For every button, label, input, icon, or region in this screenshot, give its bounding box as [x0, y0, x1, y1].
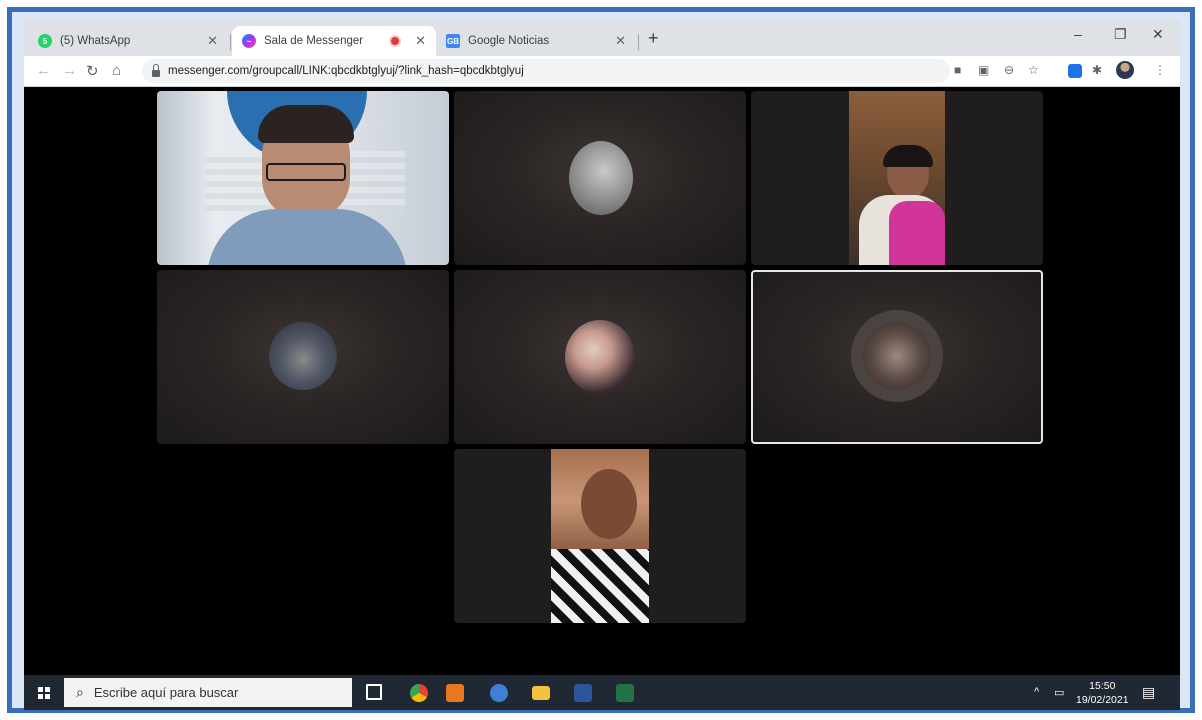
reload-button[interactable]: ↻ — [86, 62, 99, 80]
participant-video-tile-1[interactable] — [157, 91, 449, 265]
translate-icon[interactable]: ▣ — [978, 63, 989, 77]
participant-video-tile-7[interactable] — [454, 449, 746, 623]
media-player-icon[interactable] — [446, 684, 464, 702]
participant-avatar — [863, 322, 931, 390]
google-news-icon: GB — [446, 34, 460, 48]
tab-separator — [638, 34, 639, 50]
excel-icon[interactable] — [616, 684, 634, 702]
app-icon[interactable] — [490, 684, 508, 702]
participant-tile-2[interactable] — [454, 91, 746, 265]
restore-button[interactable]: ❐ — [1114, 26, 1127, 43]
minimize-button[interactable]: – — [1074, 26, 1082, 42]
close-tab-icon[interactable]: ✕ — [415, 33, 426, 49]
browser-toolbar: ← → ↻ ⌂ messenger.com/groupcall/LINK:qbc… — [24, 56, 1180, 87]
new-tab-button[interactable]: + — [648, 28, 659, 49]
file-explorer-icon[interactable] — [532, 686, 550, 700]
network-icon[interactable]: ▭ — [1054, 686, 1064, 699]
forward-button[interactable]: → — [62, 62, 77, 79]
skype-extension-icon[interactable] — [1068, 64, 1082, 78]
tab-messenger-room[interactable]: ~ Sala de Messenger ✕ — [232, 26, 436, 56]
close-tab-icon[interactable]: ✕ — [207, 33, 218, 49]
browser-tab-strip: 5 (5) WhatsApp ✕ ~ Sala de Messenger ✕ G… — [24, 20, 1180, 56]
address-bar[interactable]: messenger.com/groupcall/LINK:qbcdkbtglyu… — [142, 59, 950, 83]
close-window-button[interactable]: ✕ — [1152, 26, 1164, 43]
profile-avatar-icon[interactable] — [1116, 61, 1134, 79]
tab-whatsapp[interactable]: 5 (5) WhatsApp ✕ — [28, 26, 228, 56]
whatsapp-icon: 5 — [38, 34, 52, 48]
participant-tile-5[interactable] — [454, 270, 746, 444]
windows-start-icon[interactable] — [38, 687, 50, 699]
search-icon: ⌕ — [76, 684, 84, 700]
participant-tile-4[interactable] — [157, 270, 449, 444]
tab-separator — [230, 34, 231, 50]
word-icon[interactable] — [574, 684, 592, 702]
recording-indicator-icon — [391, 37, 400, 45]
extensions-puzzle-icon[interactable]: ✱ — [1092, 63, 1102, 77]
camera-icon[interactable]: ■ — [954, 63, 961, 77]
back-button[interactable]: ← — [36, 62, 51, 79]
desktop-screen: 5 (5) WhatsApp ✕ ~ Sala de Messenger ✕ G… — [24, 20, 1180, 710]
search-placeholder: Escribe aquí para buscar — [93, 685, 239, 700]
bookmark-star-icon[interactable]: ☆ — [1028, 63, 1039, 77]
participant-tile-6-active-speaker[interactable] — [751, 270, 1043, 444]
task-view-icon[interactable] — [366, 684, 382, 700]
clock-time: 15:50 — [1089, 680, 1116, 692]
participant-avatar — [269, 322, 337, 390]
lock-icon — [152, 63, 160, 77]
chrome-icon[interactable] — [410, 684, 428, 702]
windows-taskbar: ⌕ Escribe aquí para buscar ^ ▭ 15:50 19/… — [24, 675, 1180, 710]
clock-date: 19/02/2021 — [1076, 694, 1129, 706]
menu-kebab-icon[interactable]: ⋮ — [1154, 63, 1166, 77]
messenger-icon: ~ — [242, 34, 256, 48]
notifications-icon[interactable]: ▤ — [1142, 684, 1155, 701]
participant-avatar — [565, 320, 635, 394]
tab-google-news[interactable]: GB Google Noticias ✕ — [436, 26, 636, 56]
close-tab-icon[interactable]: ✕ — [615, 33, 626, 49]
zoom-icon[interactable]: ⊖ — [1004, 63, 1014, 77]
show-hidden-icons-chevron-icon[interactable]: ^ — [1034, 686, 1039, 698]
participant-avatar — [569, 141, 633, 215]
taskbar-search-box[interactable]: ⌕ Escribe aquí para buscar — [64, 678, 352, 707]
home-button[interactable]: ⌂ — [112, 62, 121, 79]
taskbar-clock[interactable]: 15:50 19/02/2021 — [1076, 679, 1129, 707]
participant-video-tile-3[interactable] — [751, 91, 1043, 265]
address-text: messenger.com/groupcall/LINK:qbcdkbtglyu… — [168, 65, 524, 77]
